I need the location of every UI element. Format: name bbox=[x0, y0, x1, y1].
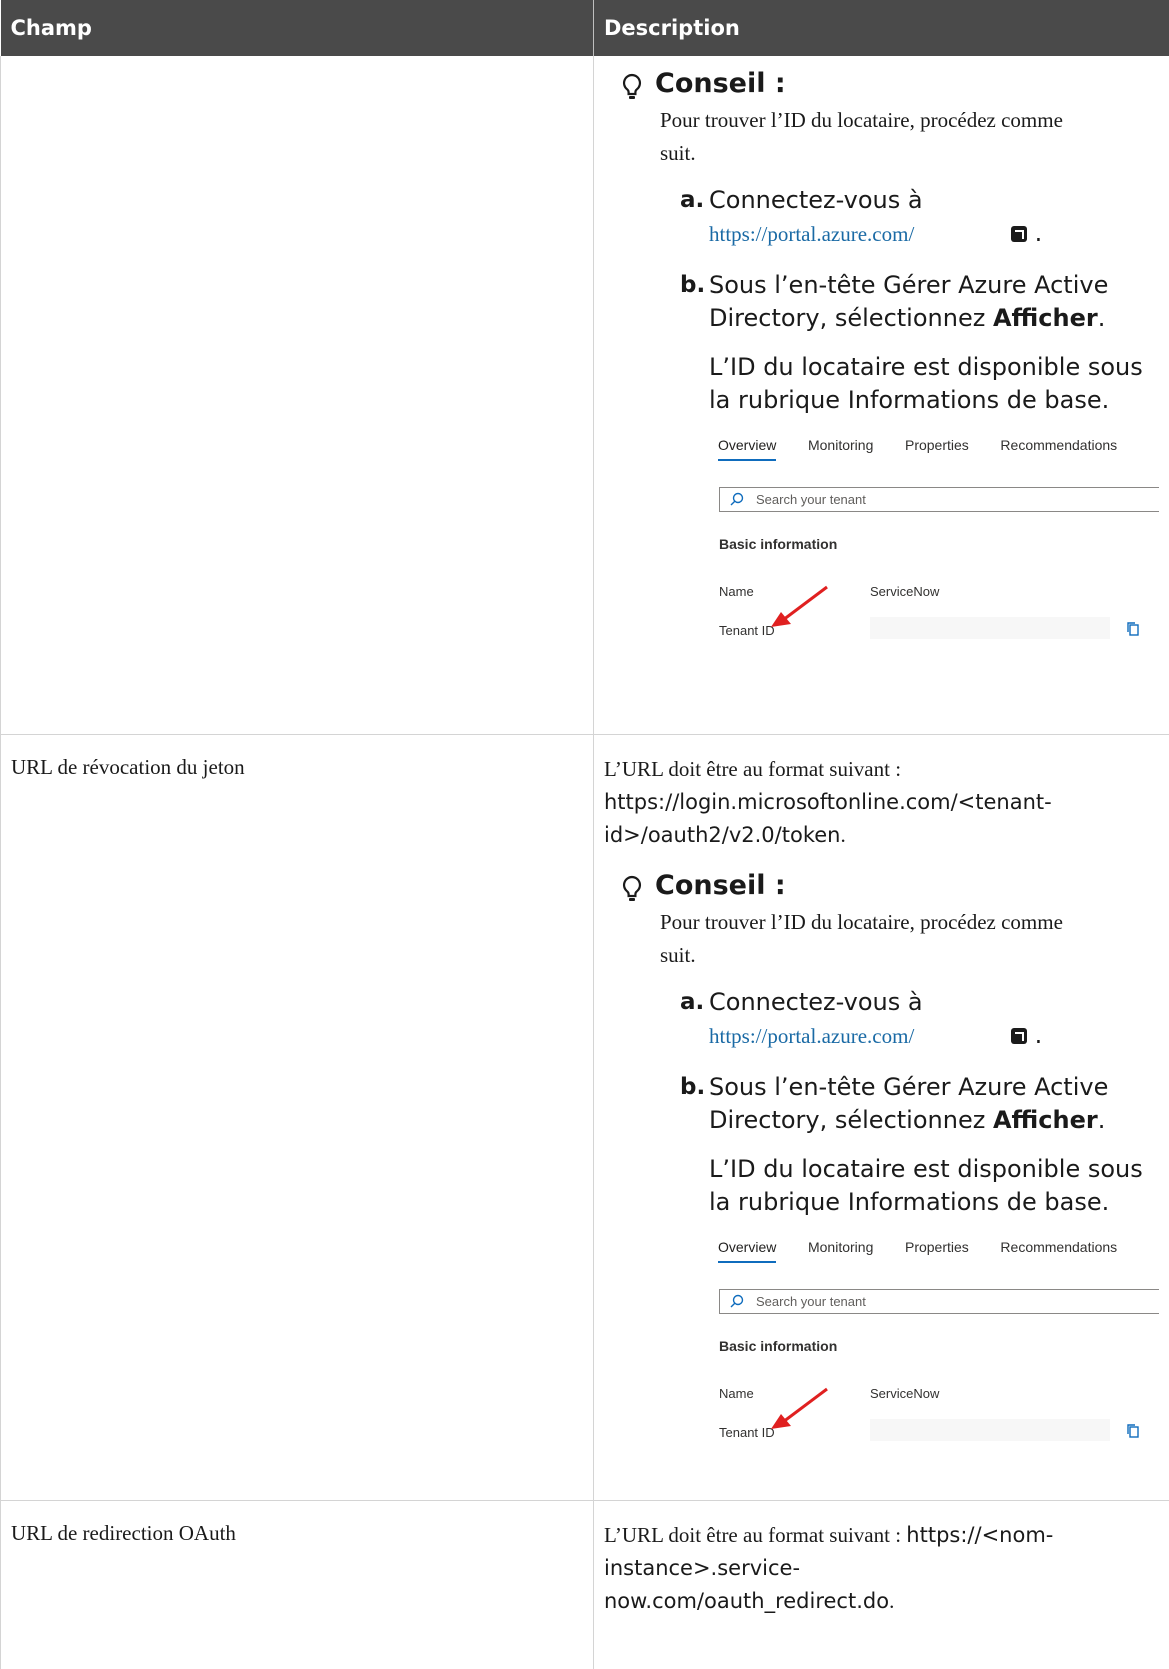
tenant-id-value bbox=[870, 617, 1110, 639]
description-cell: Conseil : Pour trouver l’ID du locataire… bbox=[593, 56, 1169, 735]
copy-icon[interactable] bbox=[1126, 1423, 1140, 1439]
step-b-bold: Afficher bbox=[992, 304, 1098, 332]
table-header-row: Champ Description bbox=[0, 0, 1169, 56]
search-input[interactable]: Search your tenant bbox=[719, 1288, 1159, 1314]
tip-title: Conseil : bbox=[655, 68, 786, 99]
tab-properties[interactable]: Properties bbox=[905, 1239, 969, 1255]
step-b-label: b. bbox=[680, 1073, 706, 1100]
step-b: b. Sous l’en-tête Gérer Azure Active Dir… bbox=[680, 1071, 1169, 1137]
step-b-note: L’ID du locataire est disponible sous la… bbox=[709, 353, 1143, 414]
step-b-bold: Afficher bbox=[992, 1105, 1098, 1134]
tab-recommendations[interactable]: Recommendations bbox=[1000, 437, 1117, 453]
description-cell: L’URL doit être au format suivant : http… bbox=[593, 734, 1169, 1501]
step-a: a. Connectez-vous à https://portal.azure… bbox=[680, 184, 1169, 251]
url-format-text: L’URL doit être au format suivant : http… bbox=[604, 1501, 1084, 1618]
lightbulb-icon bbox=[622, 875, 642, 901]
step-a-text: Connectez-vous à bbox=[709, 987, 923, 1016]
name-label: Name bbox=[719, 1385, 754, 1401]
header-field: Champ bbox=[0, 0, 594, 56]
fields-table: Champ Description Conseil : Pour trouver… bbox=[0, 0, 1169, 1669]
step-a-end: . bbox=[1034, 1020, 1043, 1049]
step-a-text: Connectez-vous à bbox=[709, 186, 923, 214]
lightbulb-icon bbox=[622, 73, 642, 99]
step-a-label: a. bbox=[680, 187, 705, 213]
azure-tabs: Overview Monitoring Properties Recommend… bbox=[718, 1239, 1145, 1263]
name-value: ServiceNow bbox=[870, 1385, 940, 1401]
step-b: b. Sous l’en-tête Gérer Azure Active Dir… bbox=[680, 269, 1169, 335]
table-row: Conseil : Pour trouver l’ID du locataire… bbox=[0, 56, 1169, 735]
search-icon bbox=[730, 1294, 744, 1307]
description-cell: L’URL doit être au format suivant : http… bbox=[593, 1500, 1169, 1669]
url-format-end: . bbox=[840, 822, 846, 847]
step-b-label: b. bbox=[680, 272, 706, 298]
step-b-end: . bbox=[1097, 1105, 1106, 1134]
tab-overview[interactable]: Overview bbox=[718, 437, 777, 461]
tip-intro: Pour trouver l’ID du locataire, procédez… bbox=[660, 108, 1063, 165]
tip-block: Conseil : Pour trouver l’ID du locataire… bbox=[604, 64, 1169, 667]
tab-recommendations[interactable]: Recommendations bbox=[1000, 1239, 1117, 1255]
red-arrow-icon bbox=[771, 1387, 828, 1429]
table-row: URL de redirection OAuth L’URL doit être… bbox=[0, 1500, 1169, 1669]
tenant-id-value bbox=[870, 1418, 1110, 1441]
search-input[interactable]: Search your tenant bbox=[719, 487, 1159, 512]
field-cell: URL de redirection OAuth bbox=[0, 1500, 594, 1669]
url-format-text: L’URL doit être au format suivant : http… bbox=[604, 735, 1084, 852]
name-label: Name bbox=[719, 584, 754, 599]
url-format-prefix: L’URL doit être au format suivant : bbox=[604, 1522, 902, 1547]
steps-list: a. Connectez-vous à https://portal.azure… bbox=[680, 986, 1169, 1219]
steps-list: a. Connectez-vous à https://portal.azure… bbox=[680, 184, 1169, 417]
tenant-id-label: Tenant ID bbox=[719, 1424, 775, 1440]
field-cell: URL de révocation du jeton bbox=[0, 734, 594, 1501]
azure-portal-link[interactable]: https://portal.azure.com/ bbox=[709, 218, 1009, 251]
step-a: a. Connectez-vous à https://portal.azure… bbox=[680, 986, 1169, 1053]
search-placeholder: Search your tenant bbox=[756, 1293, 866, 1309]
header-description: Description bbox=[593, 0, 1169, 56]
tab-overview[interactable]: Overview bbox=[718, 1239, 777, 1263]
tab-monitoring[interactable]: Monitoring bbox=[808, 437, 873, 453]
copy-icon[interactable] bbox=[1126, 621, 1140, 637]
url-format-prefix: L’URL doit être au format suivant : bbox=[604, 756, 902, 781]
step-a-label: a. bbox=[680, 988, 705, 1015]
name-value: ServiceNow bbox=[870, 584, 940, 599]
tip-title: Conseil : bbox=[655, 869, 786, 901]
basic-information-heading: Basic information bbox=[719, 536, 838, 552]
basic-information-heading: Basic information bbox=[719, 1337, 838, 1354]
step-b-end: . bbox=[1097, 304, 1106, 332]
url-format-end: . bbox=[889, 1588, 895, 1613]
search-icon bbox=[730, 492, 744, 506]
azure-tabs: Overview Monitoring Properties Recommend… bbox=[718, 437, 1145, 461]
external-link-icon[interactable] bbox=[1011, 1027, 1027, 1044]
tenant-id-label: Tenant ID bbox=[719, 623, 775, 638]
tip-block: Conseil : Pour trouver l’ID du locataire… bbox=[604, 866, 1169, 1469]
azure-portal-link[interactable]: https://portal.azure.com/ bbox=[709, 1020, 1009, 1053]
external-link-icon[interactable] bbox=[1011, 226, 1027, 242]
step-b-note: L’ID du locataire est disponible sous la… bbox=[709, 1154, 1143, 1216]
tab-properties[interactable]: Properties bbox=[905, 437, 969, 453]
step-a-end: . bbox=[1034, 219, 1043, 247]
red-arrow-icon bbox=[771, 585, 828, 627]
url-format-value: https://login.microsoftonline.com/<tenan… bbox=[604, 789, 1052, 847]
search-placeholder: Search your tenant bbox=[756, 492, 866, 507]
table-row: URL de révocation du jeton L’URL doit êt… bbox=[0, 734, 1169, 1501]
tab-monitoring[interactable]: Monitoring bbox=[808, 1239, 873, 1255]
tip-intro: Pour trouver l’ID du locataire, procédez… bbox=[660, 909, 1063, 967]
azure-screenshot: Overview Monitoring Properties Recommend… bbox=[709, 433, 1169, 667]
azure-screenshot: Overview Monitoring Properties Recommend… bbox=[709, 1235, 1169, 1469]
field-cell bbox=[0, 56, 594, 735]
